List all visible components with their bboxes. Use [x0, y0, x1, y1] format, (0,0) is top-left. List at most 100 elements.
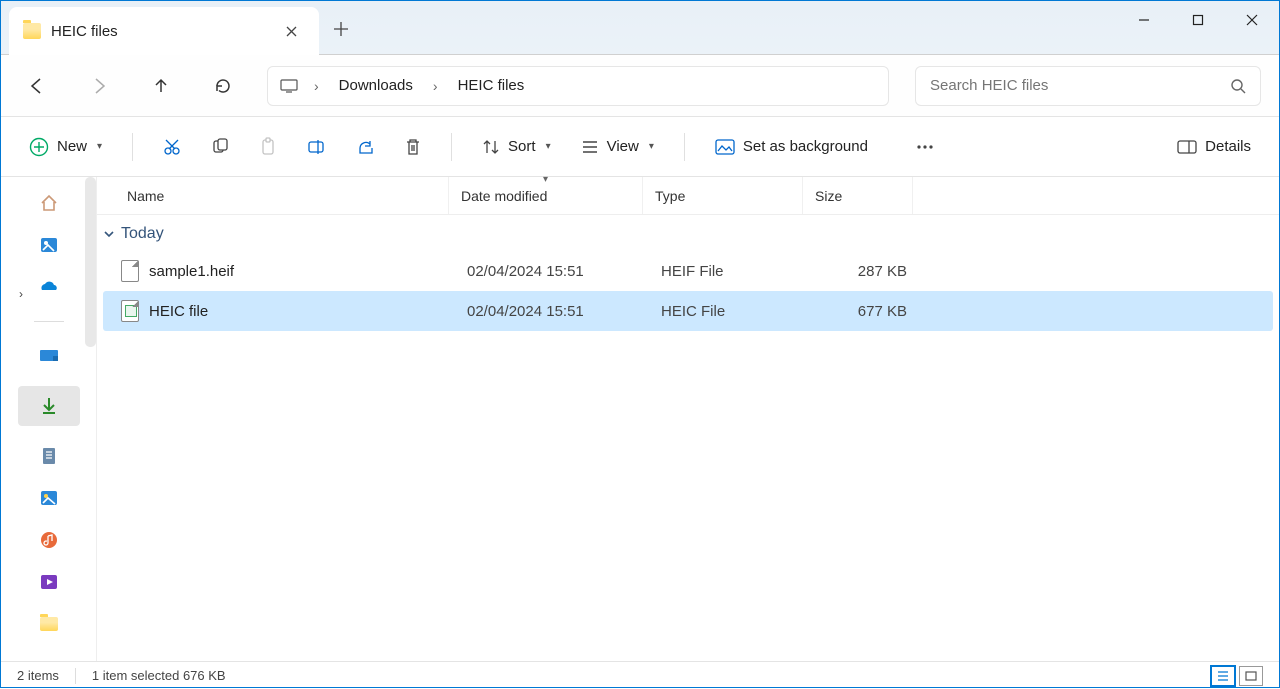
- sidebar-music[interactable]: [37, 528, 61, 552]
- chevron-down-icon: ▾: [97, 141, 102, 152]
- tab-active[interactable]: HEIC files: [9, 7, 319, 55]
- file-area: Name ▾ Date modified Type Size Today samp…: [97, 177, 1279, 661]
- file-row[interactable]: sample1.heif 02/04/2024 15:51HEIF File287…: [103, 251, 1273, 291]
- view-thumbnails-toggle[interactable]: [1239, 666, 1263, 686]
- view-toggles: [1211, 666, 1263, 686]
- column-size[interactable]: Size: [803, 177, 913, 214]
- sort-button[interactable]: Sort ▾: [476, 129, 557, 165]
- column-label: Date modified: [461, 188, 547, 204]
- sidebar: ›: [1, 177, 97, 661]
- sidebar-home[interactable]: [37, 191, 61, 215]
- file-size: 677 KB: [809, 303, 919, 320]
- copy-icon: [211, 138, 229, 156]
- column-type[interactable]: Type: [643, 177, 803, 214]
- details-label: Details: [1205, 138, 1251, 155]
- chevron-right-icon: ›: [312, 78, 321, 94]
- back-button[interactable]: [19, 68, 55, 104]
- maximize-button[interactable]: [1171, 1, 1225, 39]
- rename-button[interactable]: [301, 129, 333, 165]
- sort-icon: [482, 139, 500, 155]
- sort-indicator-icon: ▾: [543, 174, 548, 185]
- plus-circle-icon: [29, 137, 49, 157]
- details-pane-icon: [1177, 140, 1197, 154]
- sidebar-divider: [34, 321, 64, 322]
- delete-button[interactable]: [399, 129, 427, 165]
- tab-title: HEIC files: [51, 23, 118, 40]
- trash-icon: [405, 138, 421, 156]
- group-label: Today: [121, 225, 164, 243]
- group-header[interactable]: Today: [97, 215, 1279, 251]
- view-button[interactable]: View ▾: [575, 129, 660, 165]
- clipboard-icon: [259, 138, 277, 156]
- rename-icon: [307, 138, 327, 156]
- toolbar-separator: [684, 133, 685, 161]
- sidebar-scrollbar[interactable]: [85, 177, 96, 347]
- more-button[interactable]: [910, 129, 940, 165]
- details-pane-button[interactable]: Details: [1171, 129, 1257, 165]
- sidebar-onedrive[interactable]: [37, 275, 61, 299]
- breadcrumb-bar[interactable]: › Downloads › HEIC files: [267, 66, 889, 106]
- sidebar-downloads[interactable]: [18, 386, 80, 426]
- column-date[interactable]: ▾ Date modified: [449, 177, 643, 214]
- minimize-button[interactable]: [1117, 1, 1171, 39]
- chevron-right-icon[interactable]: ›: [19, 287, 23, 301]
- list-icon: [581, 140, 599, 154]
- forward-button[interactable]: [81, 68, 117, 104]
- sidebar-desktop[interactable]: [37, 344, 61, 368]
- file-type: HEIF File: [649, 263, 809, 280]
- refresh-button[interactable]: [205, 68, 241, 104]
- set-bg-label: Set as background: [743, 138, 868, 155]
- share-button[interactable]: [351, 129, 381, 165]
- up-button[interactable]: [143, 68, 179, 104]
- folder-icon: [23, 23, 41, 39]
- pc-icon[interactable]: [276, 73, 302, 99]
- navigation-bar: › Downloads › HEIC files: [1, 55, 1279, 117]
- toolbar: New ▾ Sort ▾ View ▾ Set as background De…: [1, 117, 1279, 177]
- file-row[interactable]: HEIC file02/04/2024 15:51HEIC File677 KB: [103, 291, 1273, 331]
- toolbar-separator: [132, 133, 133, 161]
- column-headers: Name ▾ Date modified Type Size: [97, 177, 1279, 215]
- paste-button[interactable]: [253, 129, 283, 165]
- column-label: Name: [127, 188, 164, 204]
- copy-button[interactable]: [205, 129, 235, 165]
- sidebar-videos[interactable]: [37, 570, 61, 594]
- ellipsis-icon: [916, 144, 934, 150]
- file-date: 02/04/2024 15:51: [455, 303, 649, 320]
- chevron-down-icon: [103, 228, 115, 240]
- close-window-button[interactable]: [1225, 1, 1279, 39]
- sidebar-gallery[interactable]: [37, 233, 61, 257]
- column-name[interactable]: Name: [97, 177, 449, 214]
- file-date: 02/04/2024 15:51: [455, 263, 649, 280]
- breadcrumb-item[interactable]: Downloads: [331, 73, 421, 98]
- sort-label: Sort: [508, 138, 536, 155]
- new-label: New: [57, 138, 87, 155]
- search-box[interactable]: [915, 66, 1261, 106]
- titlebar: HEIC files: [1, 1, 1279, 55]
- search-input[interactable]: [930, 77, 1230, 94]
- view-label: View: [607, 138, 639, 155]
- set-background-button[interactable]: Set as background: [709, 129, 874, 165]
- cut-button[interactable]: [157, 129, 187, 165]
- new-tab-button[interactable]: [319, 7, 363, 51]
- close-tab-button[interactable]: [277, 17, 305, 45]
- sidebar-pictures[interactable]: [37, 486, 61, 510]
- view-details-toggle[interactable]: [1211, 666, 1235, 686]
- new-button[interactable]: New ▾: [23, 129, 108, 165]
- file-size: 287 KB: [809, 263, 919, 280]
- status-separator: [75, 668, 76, 684]
- file-icon: [121, 260, 139, 282]
- column-label: Size: [815, 188, 842, 204]
- sidebar-folder[interactable]: [37, 612, 61, 636]
- file-icon: [121, 300, 139, 322]
- main-area: › Name ▾ Date modified Type Size Today sa…: [1, 177, 1279, 661]
- status-count: 2 items: [17, 668, 59, 683]
- sidebar-documents[interactable]: [37, 444, 61, 468]
- chevron-right-icon: ›: [431, 78, 440, 94]
- status-bar: 2 items 1 item selected 676 KB: [1, 661, 1279, 689]
- breadcrumb-item[interactable]: HEIC files: [450, 73, 533, 98]
- file-name: sample1.heif: [149, 263, 234, 280]
- wallpaper-icon: [715, 139, 735, 155]
- chevron-down-icon: ▾: [546, 141, 551, 152]
- toolbar-separator: [451, 133, 452, 161]
- file-type: HEIC File: [649, 303, 809, 320]
